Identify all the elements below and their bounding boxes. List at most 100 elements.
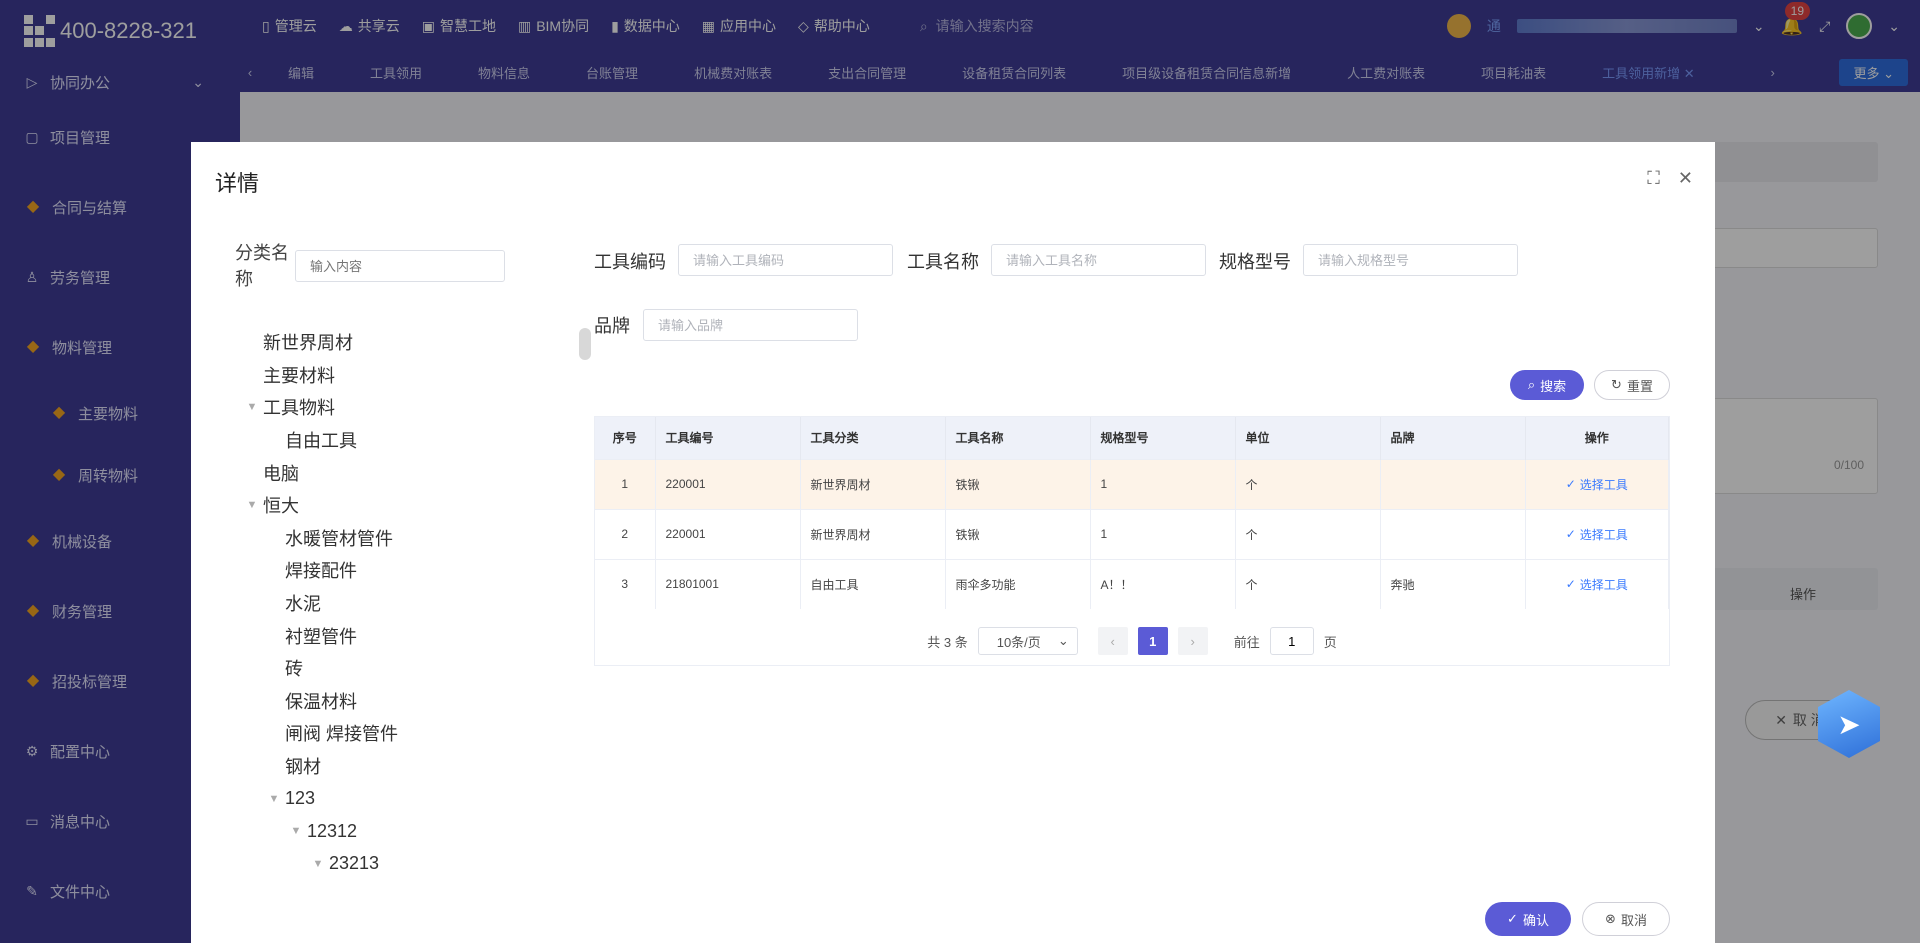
col-header: 序号 [595, 417, 656, 459]
goto-page-input[interactable] [1269, 627, 1314, 655]
table-cell: A！！ [1090, 559, 1236, 609]
brand-label: 品牌 [594, 316, 630, 336]
table-row[interactable]: 3 21801001 自由工具 雨伞多功能 A！！个奔驰 ✓ 选择工具 [595, 559, 1669, 609]
spec-label: 规格型号 [1219, 252, 1291, 272]
brand-input[interactable] [643, 309, 858, 341]
close-icon[interactable]: ✕ [1678, 168, 1693, 189]
name-label: 工具名称 [907, 252, 979, 272]
table-row[interactable]: 2 220001 新世界周材 铁锹 1 个 ✓ 选择工具 [595, 509, 1669, 559]
select-tool-label: 选择工具 [1579, 477, 1628, 492]
spec-input[interactable] [1303, 244, 1518, 276]
caret-down-icon[interactable]: ▼ [285, 825, 307, 837]
table-cell: 3 [595, 559, 656, 609]
table-cell: 220001 [655, 459, 801, 509]
tree-node[interactable]: 钢材 [241, 750, 661, 783]
tree-node[interactable]: ▼ 12312 [241, 815, 661, 848]
page-suffix: 页 [1323, 634, 1337, 650]
tree-node[interactable]: ▼ 23213 [241, 848, 661, 881]
pagination: 共 3 条 10条/页⌄ ‹ 1 › 前往 页 [594, 616, 1670, 666]
col-header: 工具分类 [800, 417, 946, 459]
chevron-down-icon: ⌄ [1057, 633, 1069, 648]
table-cell: 21801001 [655, 559, 801, 609]
search-button[interactable]: ⌕ 搜索 [1510, 370, 1584, 400]
maximize-icon[interactable]: ⛶ [1647, 168, 1660, 189]
select-tool-link[interactable]: ✓ 选择工具 [1566, 526, 1628, 543]
col-header: 工具编号 [655, 417, 801, 459]
col-header: 工具名称 [945, 417, 1091, 459]
tree-node-label: 保温材料 [285, 691, 357, 712]
refresh-icon: ↻ [1611, 377, 1622, 392]
check-icon: ✓ [1565, 477, 1576, 491]
table-cell [1380, 459, 1526, 509]
current-page[interactable]: 1 [1137, 627, 1168, 655]
search-icon: ⌕ [1527, 377, 1536, 392]
name-input[interactable] [991, 244, 1206, 276]
table-cell [1380, 509, 1526, 559]
col-header: 规格型号 [1090, 417, 1236, 459]
table-cell: ✓ 选择工具 [1525, 509, 1669, 559]
tree-node[interactable]: 闸阀 焊接管件 [241, 717, 661, 750]
table-cell: 奔驰 [1380, 559, 1526, 609]
dialog-tools: ⛶ ✕ [1647, 168, 1693, 189]
col-header: 单位 [1235, 417, 1381, 459]
table-cell: 220001 [655, 509, 801, 559]
prev-page-button[interactable]: ‹ [1097, 627, 1128, 655]
check-icon: ✓ [1507, 911, 1518, 926]
tree-node-label: 水暖管材管件 [285, 528, 393, 549]
tree-node-label: 恒大 [263, 496, 299, 517]
page-size-select[interactable]: 10条/页 ⌄ [977, 627, 1078, 655]
table-cell: 1 [1090, 509, 1236, 559]
tree-node-label: 21321321 [351, 886, 431, 888]
caret-down-icon[interactable]: ▼ [241, 499, 263, 511]
code-input[interactable] [678, 244, 893, 276]
tree-node-label: 123 [285, 788, 316, 809]
tree-node-label: 钢材 [285, 757, 321, 778]
tree-node-label: 焊接配件 [285, 561, 357, 582]
col-header: 操作 [1525, 417, 1669, 459]
check-icon: ✓ [1565, 527, 1576, 541]
table-cell: 自由工具 [800, 559, 946, 609]
table-cell: 个 [1235, 509, 1381, 559]
goto-label: 前往 [1233, 634, 1260, 650]
caret-down-icon[interactable]: ▼ [241, 401, 263, 413]
category-search-input[interactable] [295, 250, 505, 282]
tree-node[interactable]: ▼ 123 [241, 782, 661, 815]
select-tool-link[interactable]: ✓ 选择工具 [1566, 576, 1628, 593]
table-cell: 2 [595, 509, 656, 559]
col-header: 品牌 [1380, 417, 1526, 459]
select-tool-label: 选择工具 [1579, 527, 1628, 542]
table-cell: 新世界周材 [800, 459, 946, 509]
tree-node[interactable]: ▼21321321 [241, 880, 661, 888]
tree-node-label: 水泥 [285, 594, 321, 615]
table-cell: 个 [1235, 559, 1381, 609]
total-count: 共 3 条 [927, 634, 968, 650]
tree-node-label: 电脑 [263, 463, 299, 484]
detail-dialog: 详情 ⛶ ✕ 分类名称 新世界周材主要材料▼工具物料自由工具电脑▼恒大水暖管材管… [191, 142, 1715, 943]
tree-node-label: 新世界周材 [263, 333, 353, 354]
tree-node-label: 主要材料 [263, 365, 335, 386]
table-cell: 1 [595, 459, 656, 509]
caret-down-icon[interactable]: ▼ [307, 858, 329, 870]
category-label: 分类名称 [235, 243, 289, 289]
caret-down-icon[interactable]: ▼ [263, 793, 285, 805]
code-label: 工具编码 [594, 252, 666, 272]
table-cell: ✓ 选择工具 [1525, 559, 1669, 609]
table-cell: 铁锹 [945, 459, 1091, 509]
select-tool-label: 选择工具 [1579, 577, 1628, 592]
table-cell: 个 [1235, 459, 1381, 509]
tree-node-label: 衬塑管件 [285, 626, 357, 647]
table-cell: ✓ 选择工具 [1525, 459, 1669, 509]
reset-button[interactable]: ↻ 重置 [1594, 370, 1670, 400]
tree-node-label: 自由工具 [285, 431, 357, 452]
table-cell: 雨伞多功能 [945, 559, 1091, 609]
cancel-button[interactable]: ⊗ 取消 [1582, 902, 1670, 936]
confirm-button[interactable]: ✓ 确认 [1485, 902, 1571, 936]
tree-node[interactable]: 保温材料 [241, 685, 661, 718]
tree-node-label: 闸阀 焊接管件 [285, 724, 399, 745]
check-icon: ✓ [1565, 577, 1576, 592]
tree-scrollbar[interactable] [579, 328, 591, 360]
select-tool-link[interactable]: ✓ 选择工具 [1566, 476, 1628, 493]
tree-node[interactable]: 主要材料 [241, 359, 661, 392]
next-page-button[interactable]: › [1177, 627, 1208, 655]
table-row[interactable]: 1 220001 新世界周材 铁锹 1 个 ✓ 选择工具 [595, 459, 1669, 509]
